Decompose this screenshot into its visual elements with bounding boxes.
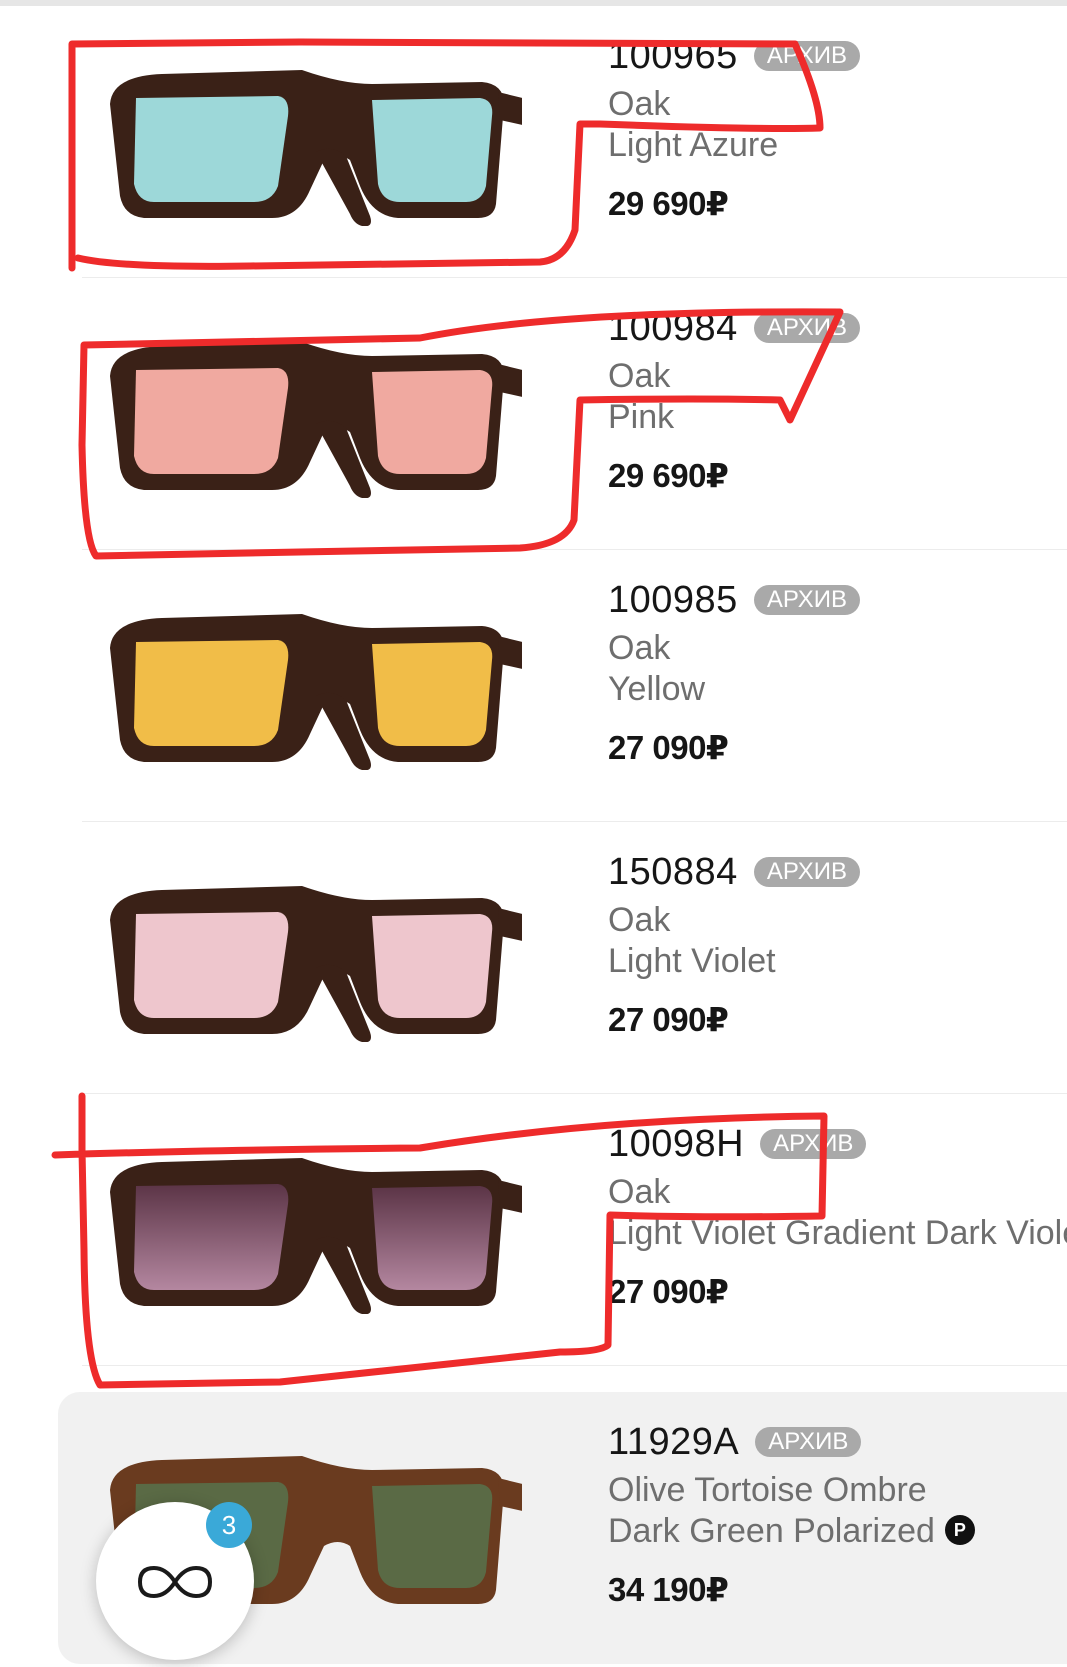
product-price: 34 190₽ xyxy=(608,1571,729,1608)
product-info: 100985 АРХИВ Oak Yellow 27 090₽ xyxy=(608,572,861,767)
product-info: 150884 АРХИВ Oak Light Violet 27 090₽ xyxy=(608,844,861,1039)
product-info: 11929A АРХИВ Olive Tortoise Ombre Dark G… xyxy=(608,1414,975,1609)
product-color: Yellow xyxy=(608,670,706,708)
product-card[interactable]: 100965 АРХИВ Oak Light Azure 29 690₽ xyxy=(82,6,1067,278)
product-color: Light Azure xyxy=(608,126,779,164)
product-info: 100984 АРХИВ Oak Pink 29 690₽ xyxy=(608,300,861,495)
glasses-image xyxy=(110,342,522,498)
product-sku: 11929A xyxy=(608,1420,740,1463)
product-card[interactable]: 100985 АРХИВ Oak Yellow 27 090₽ xyxy=(82,550,1067,822)
product-name: Oak xyxy=(608,357,671,395)
compare-glasses-button[interactable]: 3 xyxy=(96,1502,254,1660)
product-name: Oak xyxy=(608,1173,671,1211)
glasses-image xyxy=(110,1158,522,1314)
product-name: Oak xyxy=(608,901,671,939)
product-color: Light Violet Gradient Dark Violet xyxy=(608,1214,1067,1252)
product-info: 100965 АРХИВ Oak Light Azure 29 690₽ xyxy=(608,28,861,223)
product-name: Oak xyxy=(608,85,671,123)
glasses-image xyxy=(110,614,522,770)
glasses-image xyxy=(110,886,522,1042)
archive-badge: АРХИВ xyxy=(755,1427,862,1457)
glasses-outline-icon xyxy=(137,1565,213,1599)
product-name: Olive Tortoise Ombre xyxy=(608,1471,927,1509)
product-price: 27 090₽ xyxy=(608,729,729,766)
compare-count-badge: 3 xyxy=(206,1502,252,1548)
archive-badge: АРХИВ xyxy=(753,313,861,343)
product-card[interactable]: 150884 АРХИВ Oak Light Violet 27 090₽ xyxy=(82,822,1067,1094)
product-color-text: Dark Green Polarized xyxy=(608,1512,935,1550)
product-price: 29 690₽ xyxy=(608,185,729,222)
archive-badge: АРХИВ xyxy=(753,585,861,615)
product-sku: 100985 xyxy=(608,578,738,621)
product-sku: 100965 xyxy=(608,34,738,77)
product-color: Light Violet xyxy=(608,942,776,980)
glasses-image xyxy=(110,70,522,226)
archive-badge: АРХИВ xyxy=(753,857,861,887)
product-card[interactable]: 100984 АРХИВ Oak Pink 29 690₽ xyxy=(82,278,1067,550)
polarized-icon: P xyxy=(944,1515,975,1546)
product-price: 27 090₽ xyxy=(608,1273,729,1310)
product-sku: 150884 xyxy=(608,850,738,893)
product-sku: 10098H xyxy=(608,1122,745,1165)
product-price: 29 690₽ xyxy=(608,457,729,494)
archive-badge: АРХИВ xyxy=(753,41,861,71)
product-sku: 100984 xyxy=(608,306,738,349)
product-card[interactable]: 10098H АРХИВ Oak Light Violet Gradient D… xyxy=(82,1094,1067,1366)
product-color: Dark Green Polarized P xyxy=(608,1511,975,1552)
product-name: Oak xyxy=(608,629,671,667)
product-price: 27 090₽ xyxy=(608,1001,729,1038)
product-info: 10098H АРХИВ Oak Light Violet Gradient D… xyxy=(608,1116,1067,1311)
archive-badge: АРХИВ xyxy=(760,1129,867,1159)
product-color: Pink xyxy=(608,398,675,436)
